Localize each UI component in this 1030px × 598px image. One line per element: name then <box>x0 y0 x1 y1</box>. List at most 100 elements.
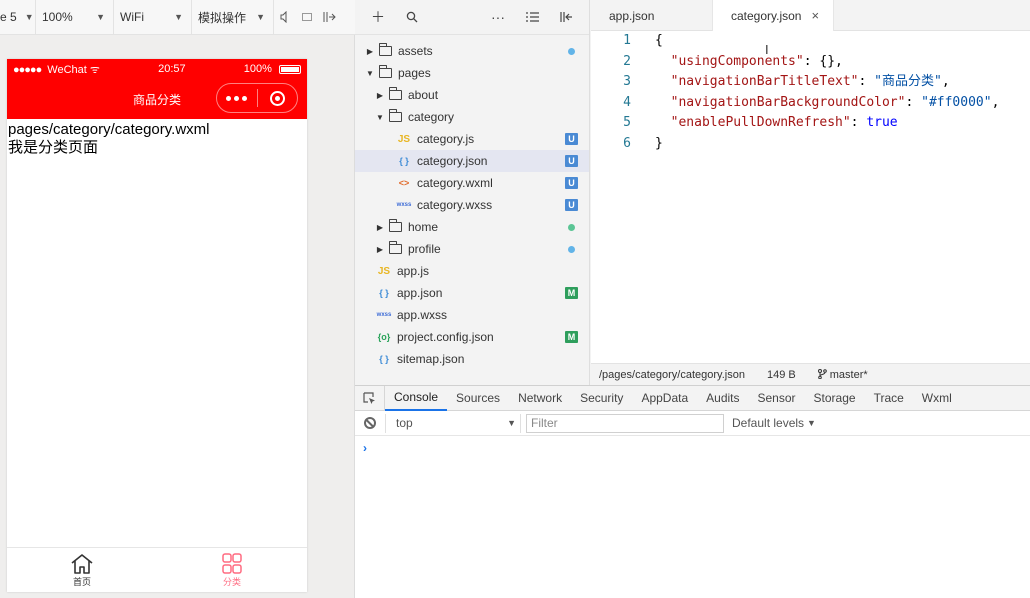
tree-item-app-js[interactable]: JS app.js <box>355 260 589 282</box>
chevron-down-icon[interactable]: ▼ <box>374 113 386 122</box>
git-status-badge: U <box>565 155 578 167</box>
tab-home[interactable]: 首页 <box>7 548 157 592</box>
tree-item-about[interactable]: ▶ about <box>355 84 589 106</box>
tree-item-label: sitemap.json <box>397 352 465 366</box>
context-label: top <box>396 416 413 430</box>
page-path-text: pages/category/category.wxml <box>8 121 210 138</box>
line-number: 3 <box>623 74 631 90</box>
tree-item-home[interactable]: ▶ home <box>355 216 589 238</box>
wxss-file-icon: wxss <box>396 202 412 208</box>
collapse-icon[interactable] <box>549 0 583 35</box>
console-prompt[interactable]: › <box>355 436 1030 455</box>
clear-console-icon[interactable] <box>355 417 385 429</box>
tree-item-assets[interactable]: ▶ assets <box>355 40 589 62</box>
tree-item-app-json[interactable]: { } app.json M <box>355 282 589 304</box>
filter-input[interactable]: Filter <box>526 413 724 433</box>
search-icon[interactable] <box>395 0 429 35</box>
code-area[interactable]: 1{2 "usingComponents": {}, 3 "navigationB… <box>591 31 1030 155</box>
tab-home-label: 首页 <box>72 576 91 587</box>
debugger-panel: Console Sources Network Security AppData Audi… <box>355 385 1030 598</box>
chevron-right-icon[interactable]: ▶ <box>374 91 386 100</box>
more-icon[interactable]: ··· <box>481 0 515 35</box>
battery-label: 100% <box>243 63 272 75</box>
tree-item-category-js[interactable]: JS category.js U <box>355 128 589 150</box>
json-file-icon: { } <box>379 288 389 298</box>
tree-item-profile[interactable]: ▶ profile <box>355 238 589 260</box>
mute-icon[interactable] <box>274 0 296 35</box>
tree-item-category-wxml[interactable]: <> category.wxml U <box>355 172 589 194</box>
levels-label: Default levels <box>732 416 805 430</box>
tree-item-label: category.js <box>417 132 475 146</box>
network-select[interactable]: WiFi ▼ <box>114 0 192 35</box>
battery-icon <box>279 64 301 74</box>
context-select[interactable]: top ▼ <box>385 413 521 433</box>
branch-indicator[interactable]: master* <box>817 368 890 381</box>
tree-item-pages[interactable]: ▼ pages <box>355 62 589 84</box>
tab-category-json[interactable]: category.json × <box>713 0 834 31</box>
tree-item-app-wxss[interactable]: wxss app.wxss <box>355 304 589 326</box>
tab-security[interactable]: Security <box>571 386 632 411</box>
tree-item-project-config-json[interactable]: {o} project.config.json M <box>355 326 589 348</box>
code-brace: { <box>655 33 663 48</box>
tab-sources[interactable]: Sources <box>447 386 509 411</box>
code-line: 2 "usingComponents": {}, <box>591 52 1030 73</box>
tree-item-category-json[interactable]: { } category.json U <box>355 150 589 172</box>
zoom-select[interactable]: 100% ▼ <box>36 0 114 35</box>
levels-select[interactable]: Default levels ▼ <box>732 416 816 430</box>
carrier-label: WeChat <box>47 63 87 76</box>
tree-item-category-wxss[interactable]: wxss category.wxss U <box>355 194 589 216</box>
git-status-badge: M <box>565 331 578 343</box>
tree-item-category[interactable]: ▼ category <box>355 106 589 128</box>
add-icon[interactable]: ＋ <box>361 0 395 35</box>
git-status-badge: U <box>565 177 578 189</box>
mode-label: 模拟操作 <box>198 10 247 25</box>
mode-select[interactable]: 模拟操作 ▼ <box>192 0 274 35</box>
code-val: "#ff0000" <box>921 94 992 110</box>
tree-item-label: category.wxml <box>417 176 493 190</box>
code-val: {} <box>819 53 836 69</box>
tab-trace[interactable]: Trace <box>865 386 913 411</box>
nav-title: 商品分类 <box>132 92 181 107</box>
code-sep: : <box>850 115 867 131</box>
chevron-down-icon: ▼ <box>174 12 183 22</box>
tab-wxml[interactable]: Wxml <box>913 386 961 411</box>
chevron-right-icon[interactable]: ▶ <box>374 245 386 254</box>
inspect-element-icon[interactable] <box>355 385 385 411</box>
file-tree: ▶ assets ▼ pages ▶ about ▼ category JS category.j… <box>355 35 589 370</box>
code-tail: , <box>835 53 843 69</box>
tab-sensor[interactable]: Sensor <box>749 386 805 411</box>
file-path: /pages/category/category.json <box>599 368 745 381</box>
debugger-tabs: Console Sources Network Security AppData Audi… <box>355 385 1030 411</box>
tab-app-json[interactable]: app.json <box>591 0 713 31</box>
tab-console[interactable]: Console <box>385 386 448 411</box>
folder-open-icon <box>379 65 392 78</box>
code-tail: , <box>991 94 1000 110</box>
device-select[interactable]: e 5 ▼ <box>0 0 36 35</box>
chevron-right-icon[interactable]: ▶ <box>364 47 376 56</box>
tree-item-label: profile <box>408 242 441 256</box>
tab-audits[interactable]: Audits <box>697 386 748 411</box>
chevron-down-icon: ▼ <box>96 12 105 22</box>
file-explorer: ＋ ··· ▶ assets ▼ pages ▶ about ▼ category JS cate… <box>355 0 590 385</box>
close-icon[interactable]: × <box>811 8 819 23</box>
code-text: "usingComponents": {}, <box>631 52 843 73</box>
chevron-down-icon: ▼ <box>256 12 265 22</box>
git-branch-icon <box>817 368 827 379</box>
tab-storage[interactable]: Storage <box>805 386 865 411</box>
code-text: "navigationBarBackgroundColor": "#ff0000… <box>631 93 1000 114</box>
detach-icon[interactable] <box>318 0 340 35</box>
tab-appdata[interactable]: AppData <box>632 386 697 411</box>
tab-category[interactable]: 分类 <box>157 548 307 592</box>
battery-group: 100% <box>244 63 301 75</box>
editor-tabs: app.json category.json × <box>591 0 1030 31</box>
tab-network[interactable]: Network <box>509 386 571 411</box>
more-button[interactable] <box>217 84 257 112</box>
chevron-down-icon[interactable]: ▼ <box>364 69 376 78</box>
close-miniprogram-button[interactable] <box>258 84 298 112</box>
chevron-right-icon[interactable]: ▶ <box>374 223 386 232</box>
zoom-label: 100% <box>42 10 73 24</box>
tree-item-sitemap-json[interactable]: { } sitemap.json <box>355 348 589 370</box>
signal-icon: ●●●●● <box>13 63 42 76</box>
window-icon[interactable] <box>296 0 318 35</box>
outline-icon[interactable] <box>515 0 549 35</box>
